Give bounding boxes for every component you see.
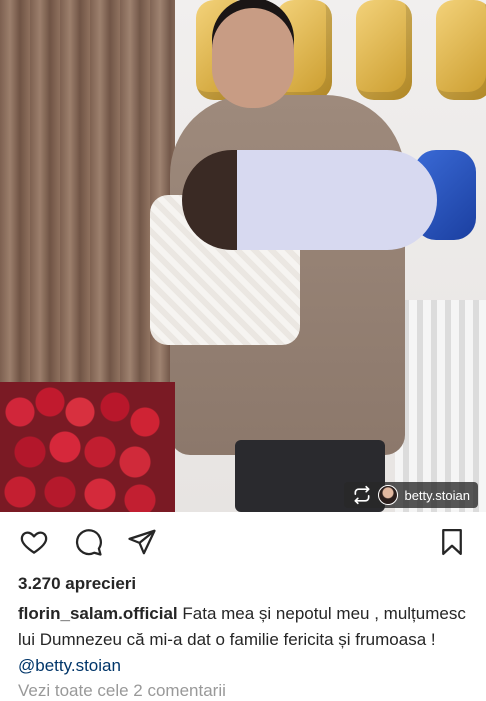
comment-icon (76, 529, 102, 556)
send-icon (128, 529, 156, 555)
view-comments-link[interactable]: Vezi toate cele 2 comentarii (18, 681, 226, 701)
like-button[interactable] (16, 524, 52, 560)
share-button[interactable] (124, 524, 160, 560)
rose-bouquet (0, 382, 175, 512)
likes-count[interactable]: 3.270 aprecieri (18, 574, 136, 594)
post-photo[interactable]: betty.stoian (0, 0, 486, 512)
post-caption: florin_salam.official Fata mea și nepotu… (18, 601, 473, 679)
crib (395, 300, 486, 512)
gold-balloon (436, 0, 486, 100)
caption-username[interactable]: florin_salam.official (18, 604, 178, 623)
bookmark-icon (442, 529, 462, 555)
baby (182, 150, 437, 250)
woman-head (212, 8, 294, 108)
action-bar (0, 522, 486, 566)
caption-mention[interactable]: @betty.stoian (18, 656, 121, 675)
avatar (378, 485, 399, 505)
repost-tag[interactable]: betty.stoian (344, 482, 478, 508)
gold-balloon (356, 0, 412, 100)
comment-button[interactable] (70, 524, 106, 560)
repost-username: betty.stoian (404, 487, 470, 503)
save-button[interactable] (434, 524, 470, 560)
heart-outline-icon (20, 531, 48, 554)
repost-icon (354, 485, 370, 505)
